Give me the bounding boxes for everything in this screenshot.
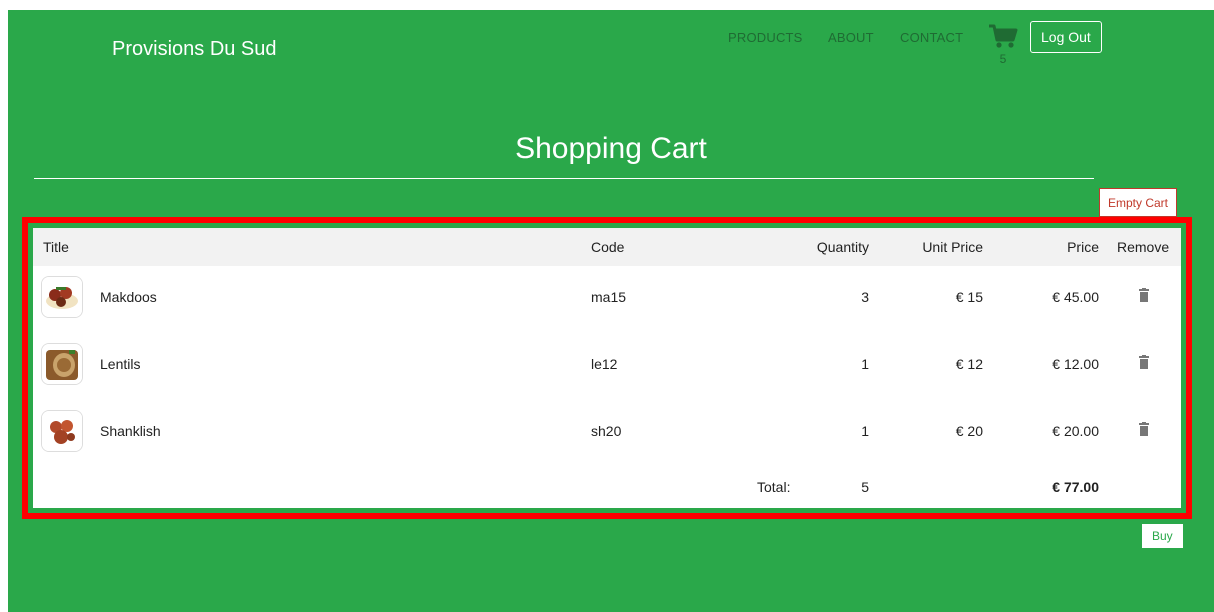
page-title: Shopping Cart <box>515 132 707 165</box>
col-code: Code <box>591 239 625 255</box>
col-title: Title <box>43 239 69 255</box>
table-header: Title Code Quantity Unit Price Price Rem… <box>33 228 1181 266</box>
nav-contact[interactable]: CONTACT <box>900 30 963 45</box>
trash-icon <box>1139 288 1149 302</box>
product-quantity: 1 <box>861 423 869 439</box>
cart-count: 5 <box>999 52 1007 66</box>
trash-icon <box>1139 422 1149 436</box>
title-divider <box>34 178 1094 179</box>
table-row: Shanklish sh20 1 € 20 € 20.00 <box>33 400 1181 466</box>
product-thumbnail-shanklish <box>41 410 83 452</box>
cart-table: Title Code Quantity Unit Price Price Rem… <box>33 228 1181 508</box>
product-unit-price: € 20 <box>955 423 983 439</box>
product-price: € 45.00 <box>1052 289 1099 305</box>
nav-products[interactable]: PRODUCTS <box>728 30 803 45</box>
remove-item-button[interactable] <box>1139 422 1149 439</box>
col-quantity: Quantity <box>816 239 869 255</box>
table-row: Makdoos ma15 3 € 15 € 45.00 <box>33 266 1181 332</box>
empty-cart-button[interactable]: Empty Cart <box>1099 188 1178 217</box>
logout-button[interactable]: Log Out <box>1030 21 1102 53</box>
product-price: € 12.00 <box>1052 356 1099 372</box>
product-thumbnail-makdoos <box>41 276 83 318</box>
remove-item-button[interactable] <box>1139 355 1149 372</box>
nav-about[interactable]: ABOUT <box>828 30 874 45</box>
brand-logo[interactable]: Provisions Du Sud <box>112 38 277 61</box>
product-quantity: 1 <box>861 356 869 372</box>
col-price: Price <box>1067 239 1099 255</box>
product-title: Makdoos <box>100 289 157 305</box>
cart-table-highlight: Title Code Quantity Unit Price Price Rem… <box>22 217 1192 519</box>
total-row: Total: 5 € 77.00 <box>33 471 1181 501</box>
page-background: Provisions Du Sud PRODUCTS ABOUT CONTACT… <box>8 10 1214 612</box>
total-price: € 77.00 <box>1052 479 1099 495</box>
table-row: Lentils le12 1 € 12 € 12.00 <box>33 333 1181 399</box>
product-code: le12 <box>591 356 618 372</box>
product-title: Lentils <box>100 356 141 372</box>
product-title: Shanklish <box>100 423 161 439</box>
product-thumbnail-lentils <box>41 343 83 385</box>
total-quantity: 5 <box>861 479 869 495</box>
cart-button[interactable]: 5 <box>986 24 1020 72</box>
col-unit-price: Unit Price <box>922 239 983 255</box>
trash-icon <box>1139 355 1149 369</box>
remove-item-button[interactable] <box>1139 288 1149 305</box>
col-remove: Remove <box>1117 239 1170 255</box>
product-code: sh20 <box>591 423 622 439</box>
cart-icon <box>989 24 1018 48</box>
product-unit-price: € 15 <box>955 289 983 305</box>
buy-button[interactable]: Buy <box>1141 523 1184 549</box>
product-unit-price: € 12 <box>955 356 983 372</box>
product-code: ma15 <box>591 289 627 305</box>
product-quantity: 3 <box>861 289 869 305</box>
product-price: € 20.00 <box>1052 423 1099 439</box>
